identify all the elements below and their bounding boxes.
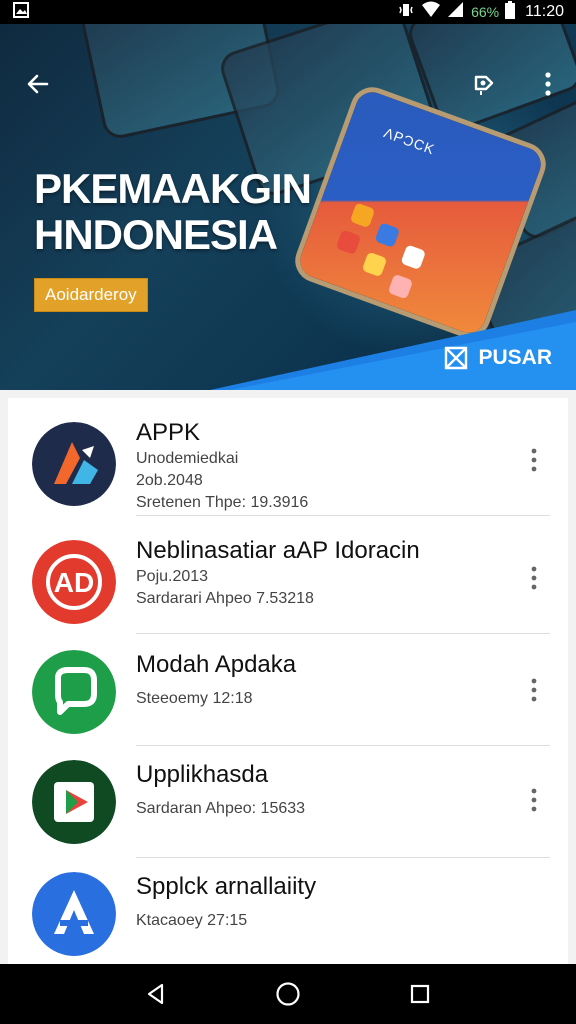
share-button[interactable] xyxy=(462,62,506,106)
app-list-item[interactable]: Spplck arnallaiity Ktacaoey 27:15 xyxy=(8,858,568,964)
app-meta: Ktacaoey 27:15 xyxy=(136,912,248,929)
triangle-back-icon xyxy=(147,983,164,1005)
app-list-item[interactable]: Modah Apdaka Steeoemy 12:18 xyxy=(8,634,568,746)
app-meta: Sardaran Ahpeo: 15633 xyxy=(136,800,306,817)
app-name: APPK xyxy=(136,419,201,446)
item-more-button[interactable] xyxy=(518,780,550,820)
app-meta: Sretenen Thpe: 19.3916 xyxy=(136,494,309,511)
chat-icon xyxy=(32,650,116,734)
hero-title: PKEMAAKGIN HNDONESIA xyxy=(34,165,312,258)
battery-icon xyxy=(505,1,516,23)
pusar-label: PUSAR xyxy=(478,346,552,369)
app-list-item[interactable]: Upplikhasda Sardaran Ahpeo: 15633 xyxy=(8,746,568,858)
nav-home-button[interactable] xyxy=(258,964,318,1024)
ad-icon: AD xyxy=(32,540,116,624)
hero-banner: ΛPƆCK PKEMAAKGIN HNDONESIA Aoidarderoy P… xyxy=(0,24,576,390)
vibrate-icon xyxy=(397,1,415,23)
app-name: Spplck arnallaiity xyxy=(136,873,317,900)
pusar-logo-icon xyxy=(445,346,468,370)
circle-home-icon xyxy=(276,982,300,1006)
share-icon xyxy=(474,75,494,95)
item-more-button[interactable] xyxy=(518,670,550,710)
more-vertical-icon xyxy=(531,788,537,812)
app-date: Poju.2013 xyxy=(136,568,209,585)
appk-icon xyxy=(32,422,116,506)
app-list-container: APPK Unodemiedkai 2ob.2048 Sretenen Thpe… xyxy=(0,390,576,964)
app-list-item[interactable]: APPK Unodemiedkai 2ob.2048 Sretenen Thpe… xyxy=(8,398,568,516)
overflow-menu-button[interactable] xyxy=(526,62,570,106)
app-developer: Unodemiedkai xyxy=(136,450,239,467)
clock: 11:20 xyxy=(525,3,564,20)
svg-text:AD: AD xyxy=(54,567,94,598)
navigation-bar xyxy=(0,964,576,1024)
app-name: Modah Apdaka xyxy=(136,651,297,678)
status-bar: 66% 11:20 xyxy=(0,0,576,24)
gallery-notification-icon xyxy=(12,1,30,23)
app-name: Upplikhasda xyxy=(136,761,269,788)
battery-percent: 66% xyxy=(471,4,500,20)
app-date: 2ob.2048 xyxy=(136,472,203,489)
app-meta: Steeoemy 12:18 xyxy=(136,690,253,707)
app-list-item[interactable]: AD Neblinasatiar aAP Idoracin Poju.2013 … xyxy=(8,516,568,634)
more-vertical-icon xyxy=(531,566,537,590)
app-meta: Sardarari Ahpeo 7.53218 xyxy=(136,590,314,607)
app-name: Neblinasatiar aAP Idoracin xyxy=(136,537,420,564)
nav-recents-button[interactable] xyxy=(390,964,450,1024)
back-button[interactable] xyxy=(16,62,60,106)
wifi-icon xyxy=(421,1,441,23)
arrow-left-icon xyxy=(27,74,49,94)
pusar-button[interactable]: PUSAR xyxy=(442,340,552,376)
play-icon xyxy=(32,760,116,844)
more-vertical-icon xyxy=(545,72,551,96)
app-store-icon xyxy=(32,872,116,956)
more-vertical-icon xyxy=(531,678,537,702)
square-recents-icon xyxy=(410,984,430,1004)
more-vertical-icon xyxy=(531,448,537,472)
nav-back-button[interactable] xyxy=(126,964,186,1024)
app-list: APPK Unodemiedkai 2ob.2048 Sretenen Thpe… xyxy=(8,398,568,964)
signal-icon xyxy=(447,1,465,23)
item-more-button[interactable] xyxy=(518,558,550,598)
item-more-button[interactable] xyxy=(518,440,550,480)
